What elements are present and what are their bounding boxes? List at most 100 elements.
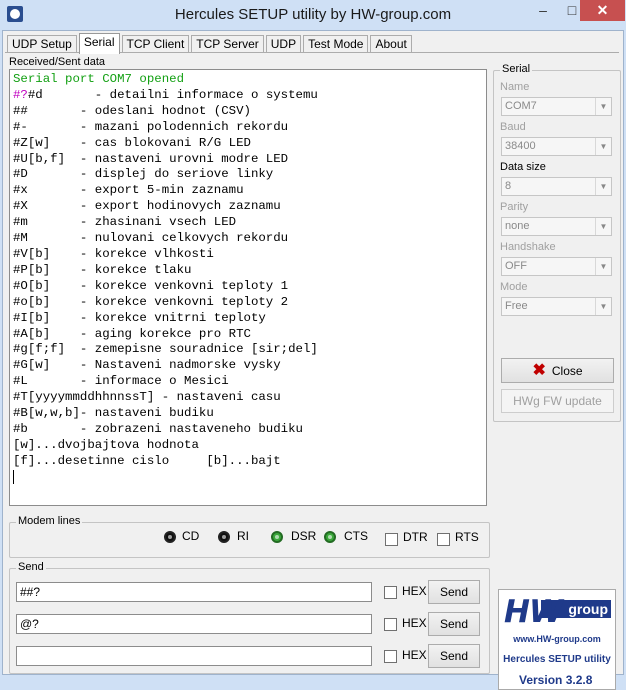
received-line-text: #m - zhasinani vsech LED	[13, 215, 237, 230]
mode-select[interactable]: Free ▼	[501, 297, 612, 316]
mode-label: Mode	[500, 281, 528, 293]
received-line: #P[b] - korekce tlaku	[13, 263, 483, 279]
received-line: #U[b,f] - nastaveni urovni modre LED	[13, 152, 483, 168]
tab-tcp-client[interactable]: TCP Client	[121, 35, 190, 53]
mode-value: Free	[505, 300, 528, 312]
received-line: #G[w] - Nastaveni nadmorske vysky	[13, 358, 483, 374]
received-line-text: [f]...desetinne cislo [b]...bajt	[13, 453, 281, 468]
chevron-down-icon: ▼	[595, 178, 611, 195]
tab-udp-setup[interactable]: UDP Setup	[7, 35, 77, 53]
chevron-down-icon: ▼	[595, 218, 611, 235]
hex-checkbox-1[interactable]	[384, 586, 397, 599]
received-line-text: #M - nulovani celkovych rekordu	[13, 231, 289, 246]
parity-select[interactable]: none ▼	[501, 217, 612, 236]
received-data-label: Received/Sent data	[9, 56, 106, 68]
name-value: COM7	[505, 100, 537, 112]
received-line-prefix: #?	[13, 87, 28, 102]
ri-label: RI	[237, 529, 249, 543]
title-bar[interactable]: Hercules SETUP utility by HW-group.com –…	[0, 0, 626, 30]
received-line: #?#d - detailni informace o systemu	[13, 88, 483, 104]
received-line-text: [w]...dvojbajtova hodnota	[13, 437, 199, 452]
text-caret	[13, 469, 14, 484]
close-x-icon: ✖	[532, 362, 546, 379]
dsr-label: DSR	[291, 529, 317, 543]
send-input-1[interactable]: ##?	[16, 582, 372, 602]
handshake-value: OFF	[505, 260, 527, 272]
received-line: #A[b] - aging korekce pro RTC	[13, 327, 483, 343]
tab-serial[interactable]: Serial	[78, 33, 120, 54]
received-line-text: #Z[w] - cas blokovani R/G LED	[13, 135, 251, 150]
cd-led-icon	[164, 531, 176, 543]
received-line: #L - informace o Mesici	[13, 374, 483, 390]
tab-test-mode[interactable]: Test Mode	[303, 35, 369, 53]
minimize-button[interactable]: –	[529, 0, 557, 21]
hex-label-3: HEX	[402, 648, 427, 662]
data-size-select[interactable]: 8 ▼	[501, 177, 612, 196]
tab-udp[interactable]: UDP	[265, 35, 302, 53]
received-line: [f]...desetinne cislo [b]...bajt	[13, 454, 483, 470]
chevron-down-icon: ▼	[595, 258, 611, 275]
cd-label: CD	[182, 529, 200, 543]
dtr-checkbox[interactable]	[385, 533, 398, 546]
window-close-button[interactable]: ✕	[580, 0, 625, 21]
received-line-text: #T[yyyymmddhhnnssT] - nastaveni casu	[13, 390, 281, 405]
received-line: #O[b] - korekce venkovni teploty 1	[13, 279, 483, 295]
window-client: UDP Setup Serial TCP Client TCP Server U…	[2, 30, 624, 690]
rts-checkbox[interactable]	[437, 533, 450, 546]
tab-tcp-server[interactable]: TCP Server	[191, 35, 264, 53]
chevron-down-icon: ▼	[595, 98, 611, 115]
handshake-select[interactable]: OFF ▼	[501, 257, 612, 276]
received-line-text: #A[b] - aging korekce pro RTC	[13, 326, 251, 341]
received-line: #Z[w] - cas blokovani R/G LED	[13, 136, 483, 152]
received-line-text: #g[f;f] - zemepisne souradnice [sir;del]	[13, 342, 318, 357]
received-line: ## - odeslani hodnot (CSV)	[13, 104, 483, 120]
received-line-text: ## - odeslani hodnot (CSV)	[13, 103, 251, 118]
received-line-text: #U[b,f] - nastaveni urovni modre LED	[13, 151, 289, 166]
received-line-text: #L - informace o Mesici	[13, 374, 229, 389]
received-line: #b - zobrazeni nastaveneho budiku	[13, 422, 483, 438]
received-line-text: #b - zobrazeni nastaveneho budiku	[13, 421, 303, 436]
modem-lines-group: Modem lines CD RI DSR CTS DTR RTS	[9, 515, 490, 558]
name-select[interactable]: COM7 ▼	[501, 97, 612, 116]
tab-strip: UDP Setup Serial TCP Client TCP Server U…	[7, 33, 414, 54]
received-line-text: #O[b] - korekce venkovni teploty 1	[13, 278, 289, 293]
fw-update-button[interactable]: HWg FW update	[501, 389, 614, 413]
received-line: #o[b] - korekce venkovni teploty 2	[13, 295, 483, 311]
send-group: Send ##? HEX Send @? HEX Send HEX Send	[9, 561, 490, 674]
received-line: #B[w,w,b]- nastaveni budiku	[13, 406, 483, 422]
modem-lines-title: Modem lines	[16, 515, 83, 527]
send-group-title: Send	[16, 561, 46, 573]
received-line-text: #X - export hodinovych zaznamu	[13, 199, 281, 214]
received-line: #- - mazani polodennich rekordu	[13, 120, 483, 136]
hex-checkbox-3[interactable]	[384, 650, 397, 663]
handshake-label: Handshake	[500, 241, 556, 253]
received-line-text: #o[b] - korekce venkovni teploty 2	[13, 294, 289, 309]
received-line: [w]...dvojbajtova hodnota	[13, 438, 483, 454]
send-input-3[interactable]	[16, 646, 372, 666]
data-size-label: Data size	[500, 161, 546, 173]
tab-about[interactable]: About	[370, 35, 412, 53]
received-line-text: #I[b] - korekce vnitrni teploty	[13, 310, 266, 325]
received-line: #g[f;f] - zemepisne souradnice [sir;del]	[13, 342, 483, 358]
received-line-text: #P[b] - korekce tlaku	[13, 262, 192, 277]
send-button-2[interactable]: Send	[428, 612, 480, 636]
close-port-button[interactable]: ✖ Close	[501, 358, 614, 383]
received-line: #D - displej do seriove linky	[13, 167, 483, 183]
hw-group-logo[interactable]: group HW www.HW-group.com Hercules SETUP…	[498, 589, 616, 690]
logo-version: Version 3.2.8	[519, 673, 593, 687]
parity-value: none	[505, 220, 530, 232]
hex-checkbox-2[interactable]	[384, 618, 397, 631]
baud-select[interactable]: 38400 ▼	[501, 137, 612, 156]
chevron-down-icon: ▼	[595, 298, 611, 315]
received-line-text: #D - displej do seriove linky	[13, 167, 274, 182]
received-line: #V[b] - korekce vlhkosti	[13, 247, 483, 263]
send-button-1[interactable]: Send	[428, 580, 480, 604]
received-data-area[interactable]: Serial port COM7 opened #?#d - detailni i…	[9, 69, 487, 506]
close-port-label: Close	[551, 364, 583, 378]
name-label: Name	[500, 81, 530, 93]
received-line-text: #V[b] - korekce vlhkosti	[13, 246, 214, 261]
cts-label: CTS	[344, 529, 368, 543]
send-button-3[interactable]: Send	[428, 644, 480, 668]
data-size-value: 8	[505, 180, 512, 192]
send-input-2[interactable]: @?	[16, 614, 372, 634]
